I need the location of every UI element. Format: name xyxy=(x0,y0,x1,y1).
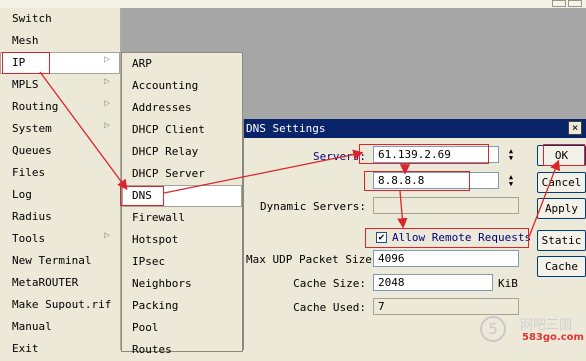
watermark-logo: 5 xyxy=(480,316,506,342)
arrow-server2-to-allow xyxy=(397,190,408,229)
arrow-allow-to-ok xyxy=(528,159,561,238)
watermark-site: 583go.com xyxy=(522,332,584,343)
watermark-cn-text: 网吧三国 xyxy=(520,318,573,333)
arrow-ip-to-dns xyxy=(39,71,128,191)
annotation-arrows xyxy=(39,71,561,238)
arrow-dns-to-servers xyxy=(163,149,364,194)
watermark: 5 网吧三国 583go.com xyxy=(480,312,586,350)
